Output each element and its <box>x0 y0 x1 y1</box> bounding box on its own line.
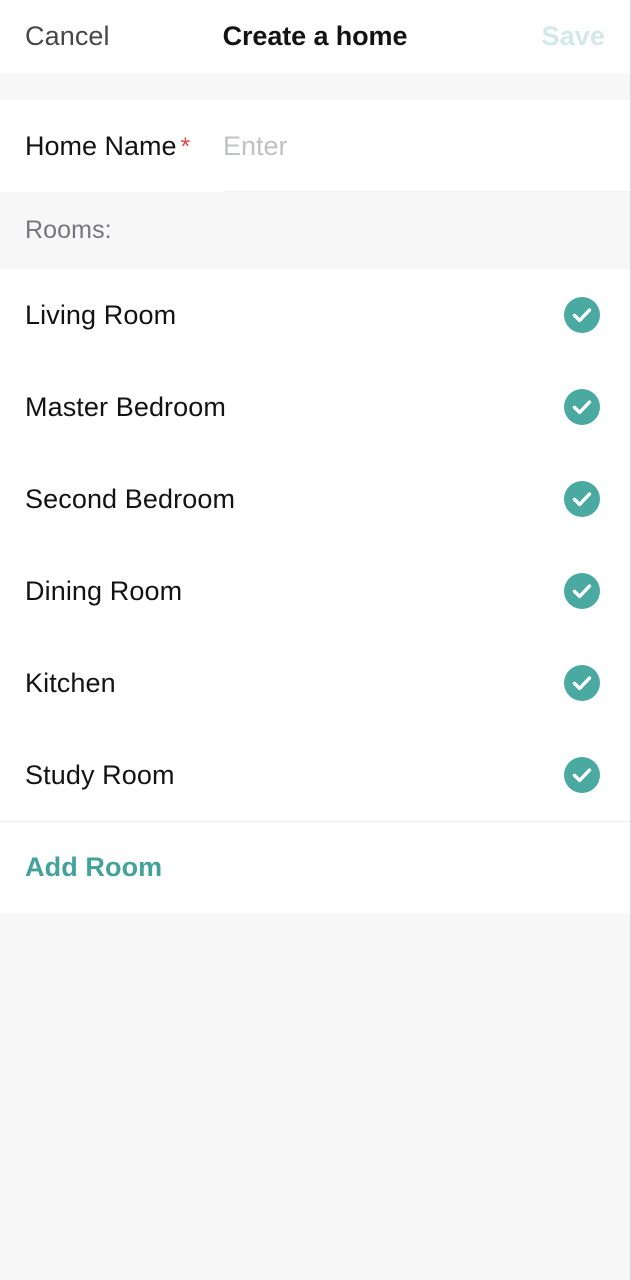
create-home-screen: Cancel Create a home Save Home Name * Ro… <box>0 0 631 1280</box>
check-circle-icon[interactable] <box>564 481 600 517</box>
check-circle-icon[interactable] <box>564 389 600 425</box>
rooms-section-header: Rooms: <box>0 192 630 269</box>
save-button[interactable]: Save <box>542 21 605 52</box>
page-background-filler <box>0 913 630 1280</box>
rooms-list: Living Room Master Bedroom Second Bedroom D… <box>0 269 630 821</box>
add-room-label: Add Room <box>25 852 163 882</box>
room-name-label: Second Bedroom <box>25 483 236 514</box>
add-room-button[interactable]: Add Room <box>0 821 630 913</box>
room-row[interactable]: Study Room <box>0 729 630 821</box>
header-spacer <box>0 73 630 100</box>
room-name-label: Dining Room <box>25 575 183 606</box>
room-row[interactable]: Dining Room <box>0 545 630 637</box>
check-circle-icon[interactable] <box>564 665 600 701</box>
home-name-row[interactable]: Home Name * <box>0 100 630 192</box>
room-row[interactable]: Living Room <box>0 269 630 361</box>
home-name-input[interactable] <box>223 100 630 192</box>
check-circle-icon[interactable] <box>564 573 600 609</box>
input-underline-divider <box>223 191 630 192</box>
room-row[interactable]: Second Bedroom <box>0 453 630 545</box>
room-row[interactable]: Master Bedroom <box>0 361 630 453</box>
room-name-label: Study Room <box>25 759 175 790</box>
cancel-button[interactable]: Cancel <box>25 21 110 52</box>
room-row[interactable]: Kitchen <box>0 637 630 729</box>
room-name-label: Kitchen <box>25 667 116 698</box>
required-asterisk-icon: * <box>180 132 191 161</box>
home-name-label-text: Home Name <box>25 130 177 161</box>
home-name-label: Home Name * <box>25 131 190 162</box>
rooms-section-label: Rooms: <box>25 216 112 244</box>
room-name-label: Living Room <box>25 299 177 330</box>
check-circle-icon[interactable] <box>564 297 600 333</box>
check-circle-icon[interactable] <box>564 757 600 793</box>
navigation-bar: Cancel Create a home Save <box>0 0 630 73</box>
home-name-input-wrapper <box>223 100 630 192</box>
room-name-label: Master Bedroom <box>25 391 226 422</box>
